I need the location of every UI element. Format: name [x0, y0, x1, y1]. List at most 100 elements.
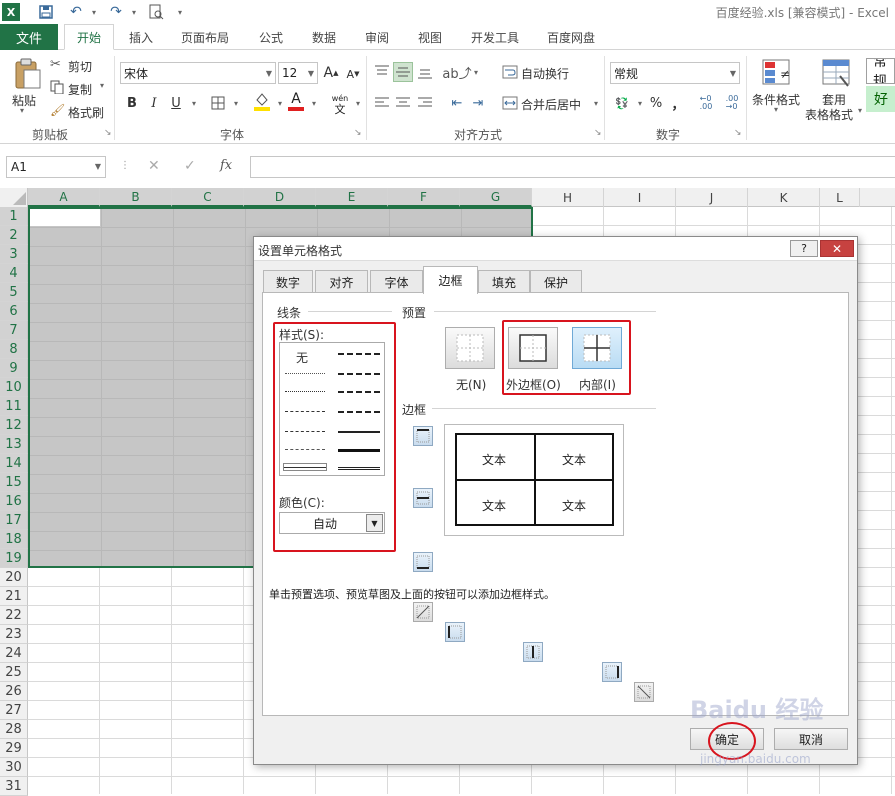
- tab-insert[interactable]: 插入: [120, 24, 162, 50]
- column-header-a[interactable]: A: [28, 188, 100, 207]
- border-middle-horizontal-button[interactable]: [413, 488, 433, 508]
- paste-icon[interactable]: [10, 58, 44, 90]
- row-header-27[interactable]: 27: [0, 701, 28, 720]
- increase-indent-icon[interactable]: ⇥: [468, 93, 488, 113]
- preset-none-button[interactable]: [445, 327, 495, 369]
- row-header-13[interactable]: 13: [0, 435, 28, 454]
- print-preview-icon[interactable]: [146, 2, 166, 22]
- number-format-combo[interactable]: 常规 ▼: [610, 62, 740, 84]
- cut-button[interactable]: 剪切: [68, 58, 92, 75]
- row-header-2[interactable]: 2: [0, 226, 28, 245]
- font-color-dropdown-icon[interactable]: ▾: [304, 93, 324, 113]
- italic-button[interactable]: I: [144, 93, 164, 113]
- orientation-icon[interactable]: ab⤴: [442, 62, 471, 82]
- help-button[interactable]: ?: [790, 240, 818, 257]
- align-bottom-icon[interactable]: [415, 62, 435, 82]
- cell-style-good[interactable]: 好: [866, 86, 895, 112]
- merge-center-button[interactable]: 合并后居中: [521, 96, 581, 113]
- row-header-21[interactable]: 21: [0, 587, 28, 606]
- customize-qat-icon[interactable]: ▾: [170, 2, 190, 22]
- undo-dropdown-icon[interactable]: ▾: [84, 2, 104, 22]
- align-center-icon[interactable]: [393, 93, 413, 113]
- row-header-22[interactable]: 22: [0, 606, 28, 625]
- border-bottom-button[interactable]: [413, 552, 433, 572]
- tab-fill[interactable]: 填充: [478, 270, 530, 293]
- tab-font[interactable]: 字体: [370, 270, 423, 293]
- save-icon[interactable]: [36, 2, 56, 22]
- column-header-k[interactable]: K: [748, 188, 820, 207]
- row-header-31[interactable]: 31: [0, 777, 28, 796]
- merge-center-icon[interactable]: [500, 93, 520, 113]
- font-size-combo[interactable]: 12 ▼: [278, 62, 318, 84]
- row-header-16[interactable]: 16: [0, 492, 28, 511]
- fill-color-icon[interactable]: [252, 91, 272, 111]
- wrap-text-button[interactable]: 自动换行: [521, 65, 569, 82]
- row-header-1[interactable]: 1: [0, 207, 28, 226]
- copy-button[interactable]: 复制: [68, 81, 92, 98]
- tab-page-layout[interactable]: 页面布局: [172, 24, 238, 50]
- align-top-icon[interactable]: [372, 62, 392, 82]
- comma-style-button[interactable]: ，: [668, 93, 688, 113]
- row-header-20[interactable]: 20: [0, 568, 28, 587]
- merge-dropdown-icon[interactable]: ▾: [586, 93, 606, 113]
- increase-font-icon[interactable]: A ▲: [321, 63, 341, 83]
- accounting-format-icon[interactable]: 💱: [612, 93, 632, 113]
- decrease-decimal-icon[interactable]: .00 →0: [722, 93, 742, 113]
- tab-border[interactable]: 边框: [423, 266, 478, 294]
- format-as-table-icon[interactable]: [820, 58, 852, 88]
- alignment-launcher-icon[interactable]: ↘: [594, 128, 602, 138]
- row-header-25[interactable]: 25: [0, 663, 28, 682]
- number-launcher-icon[interactable]: ↘: [734, 128, 742, 138]
- font-name-combo[interactable]: 宋体 ▼: [120, 62, 276, 84]
- row-header-3[interactable]: 3: [0, 245, 28, 264]
- column-header-c[interactable]: C: [172, 188, 244, 207]
- conditional-format-icon[interactable]: ≠: [760, 58, 792, 88]
- border-diagonal-up-button[interactable]: [413, 602, 433, 622]
- tab-protection[interactable]: 保护: [530, 270, 582, 293]
- column-header-e[interactable]: E: [316, 188, 388, 207]
- row-header-18[interactable]: 18: [0, 530, 28, 549]
- redo-icon[interactable]: ↷: [106, 2, 126, 22]
- row-header-4[interactable]: 4: [0, 264, 28, 283]
- row-header-14[interactable]: 14: [0, 454, 28, 473]
- conditional-dropdown-icon[interactable]: ▾: [774, 105, 778, 114]
- dialog-title-bar[interactable]: [254, 237, 857, 261]
- row-header-26[interactable]: 26: [0, 682, 28, 701]
- phonetic-dropdown-icon[interactable]: ▾: [348, 93, 368, 113]
- decrease-font-icon[interactable]: A ▼: [343, 64, 363, 84]
- align-middle-icon[interactable]: [393, 62, 413, 82]
- tab-file[interactable]: 文件: [0, 24, 58, 50]
- format-painter-icon[interactable]: 🖌: [50, 103, 65, 117]
- tab-baidu-netdisk[interactable]: 百度网盘: [538, 24, 604, 50]
- formula-input[interactable]: [250, 156, 895, 178]
- tab-alignment[interactable]: 对齐: [315, 270, 368, 293]
- insert-function-icon[interactable]: fx: [220, 158, 232, 173]
- row-header-28[interactable]: 28: [0, 720, 28, 739]
- underline-dropdown-icon[interactable]: ▾: [184, 93, 204, 113]
- paste-dropdown-icon[interactable]: ▾: [20, 106, 24, 115]
- borders-icon[interactable]: [208, 93, 228, 113]
- increase-decimal-icon[interactable]: ←0.00: [696, 93, 716, 113]
- row-header-11[interactable]: 11: [0, 397, 28, 416]
- font-color-icon[interactable]: A: [286, 91, 306, 111]
- tab-developer[interactable]: 开发工具: [462, 24, 528, 50]
- tab-number[interactable]: 数字: [263, 270, 313, 293]
- row-header-8[interactable]: 8: [0, 340, 28, 359]
- column-header-h[interactable]: H: [532, 188, 604, 207]
- tab-view[interactable]: 视图: [409, 24, 451, 50]
- row-header-10[interactable]: 10: [0, 378, 28, 397]
- column-header-f[interactable]: F: [388, 188, 460, 207]
- column-header-i[interactable]: I: [604, 188, 676, 207]
- percent-style-button[interactable]: %: [646, 93, 666, 113]
- confirm-entry-icon[interactable]: ✓: [184, 158, 196, 174]
- row-header-30[interactable]: 30: [0, 758, 28, 777]
- font-launcher-icon[interactable]: ↘: [354, 128, 362, 138]
- bold-button[interactable]: B: [122, 93, 142, 113]
- border-diagonal-down-button[interactable]: [634, 682, 654, 702]
- row-header-23[interactable]: 23: [0, 625, 28, 644]
- borders-dropdown-icon[interactable]: ▾: [226, 93, 246, 113]
- select-all-corner[interactable]: [0, 188, 28, 207]
- border-right-button[interactable]: [602, 662, 622, 682]
- row-header-29[interactable]: 29: [0, 739, 28, 758]
- row-header-7[interactable]: 7: [0, 321, 28, 340]
